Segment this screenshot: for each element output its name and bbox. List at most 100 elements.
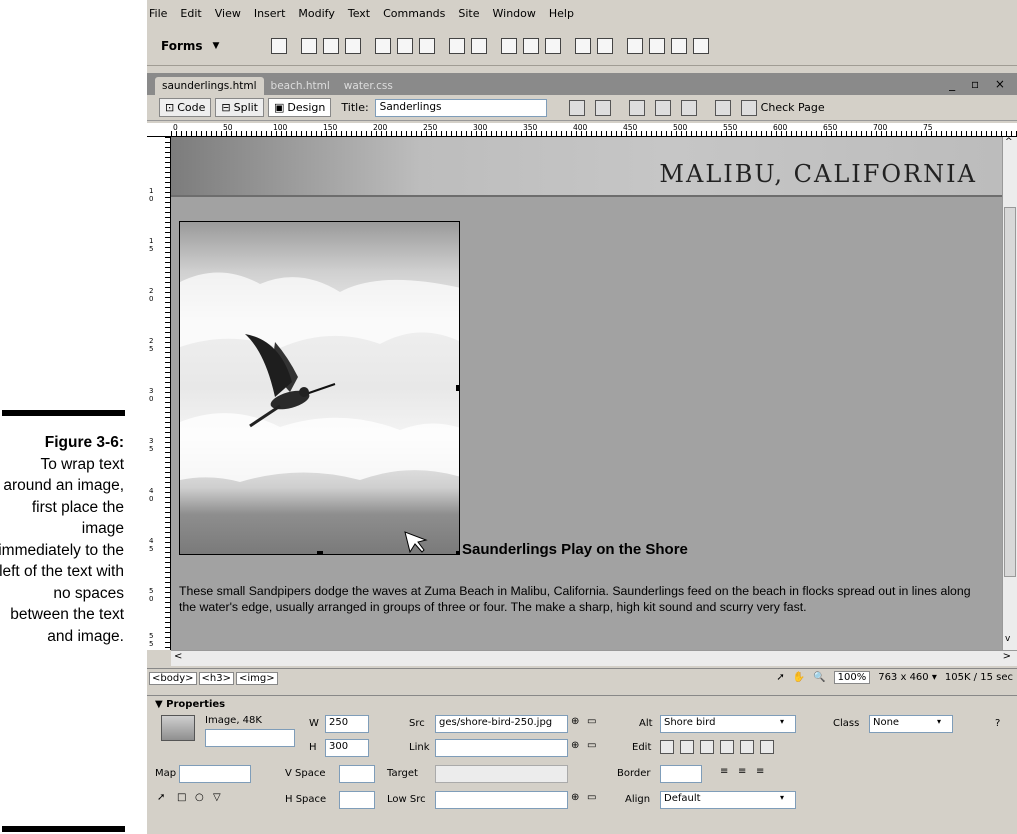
title-input[interactable]: Sanderlings [374, 98, 547, 117]
align-center-icon[interactable]: ≡ [738, 766, 746, 777]
pointer-hotspot-icon[interactable]: ➚ [157, 792, 165, 803]
split-view-button[interactable]: ⊟ Split [215, 98, 264, 117]
fieldset-icon[interactable] [597, 37, 613, 54]
menu-edit[interactable]: Edit [180, 7, 201, 20]
radio-group-icon[interactable] [419, 37, 435, 54]
polygon-hotspot-icon[interactable]: ▽ [213, 792, 221, 803]
help-icon[interactable]: ? [995, 718, 1000, 729]
design-canvas[interactable]: MALIBU, CALIFORNIA Saunderlings Play on … [171, 137, 1002, 650]
point-to-file-icon[interactable]: ⊕ [571, 716, 579, 727]
form-icon[interactable] [271, 37, 287, 54]
menu-file[interactable]: File [149, 7, 167, 20]
optimize-icon[interactable] [680, 740, 694, 754]
spry-text-icon[interactable] [627, 37, 643, 54]
list-menu-icon[interactable] [449, 37, 465, 54]
resample-icon[interactable] [720, 740, 734, 754]
oval-hotspot-icon[interactable]: ○ [195, 792, 204, 803]
window-controls[interactable]: _ ▫ × [949, 77, 1011, 91]
preview-browser-icon[interactable] [594, 99, 611, 116]
page-heading[interactable]: Saunderlings Play on the Shore [462, 541, 688, 558]
tab-saunderlings[interactable]: saunderlings.html [155, 77, 264, 95]
target-select[interactable] [435, 765, 568, 783]
file-management-icon[interactable] [568, 99, 585, 116]
tag-h3[interactable]: <h3> [198, 672, 234, 685]
menu-commands[interactable]: Commands [383, 7, 445, 20]
tab-beach[interactable]: beach.html [264, 77, 337, 95]
insert-category-select[interactable]: Forms ▼ [161, 39, 271, 53]
tag-img[interactable]: <img> [235, 672, 278, 685]
validate-icon[interactable] [714, 99, 731, 116]
scroll-right-icon[interactable]: > [1003, 651, 1017, 666]
align-select[interactable]: Default [660, 791, 796, 809]
jump-menu-icon[interactable] [471, 37, 487, 54]
horizontal-scrollbar[interactable]: < > [171, 650, 1017, 666]
scroll-thumb[interactable] [1004, 207, 1016, 577]
folder-icon[interactable]: ▭ [587, 716, 596, 727]
spry-textarea-icon[interactable] [693, 37, 709, 54]
design-view-button[interactable]: ▣ Design [268, 98, 332, 117]
label-icon[interactable] [575, 37, 591, 54]
page-paragraph[interactable]: These small Sandpipers dodge the waves a… [179, 584, 989, 615]
view-options-icon[interactable] [654, 99, 671, 116]
menu-text[interactable]: Text [348, 7, 370, 20]
check-page-icon[interactable] [740, 99, 757, 116]
map-field[interactable] [179, 765, 251, 783]
align-right-icon[interactable]: ≡ [756, 766, 764, 777]
textarea-icon[interactable] [345, 37, 361, 54]
resize-handle-corner[interactable] [456, 551, 459, 554]
image-name-field[interactable] [205, 729, 295, 747]
scroll-down-icon[interactable]: v [1005, 634, 1015, 648]
link-point-icon[interactable]: ⊕ [571, 740, 579, 751]
link-field[interactable] [435, 739, 568, 757]
class-chevron-icon[interactable]: ▾ [937, 717, 941, 726]
resize-handle-bottom[interactable] [317, 551, 323, 554]
resize-handle-right[interactable] [456, 385, 459, 391]
link-folder-icon[interactable]: ▭ [587, 740, 596, 751]
alt-field[interactable]: Shore bird [660, 715, 796, 733]
lowsrc-point-icon[interactable]: ⊕ [571, 792, 579, 803]
hand-tool-icon[interactable]: ✋ [793, 672, 805, 683]
zoom-select[interactable]: 100% [833, 671, 871, 684]
vertical-scrollbar[interactable]: ^ v [1002, 137, 1017, 650]
lowsrc-field[interactable] [435, 791, 568, 809]
lowsrc-folder-icon[interactable]: ▭ [587, 792, 596, 803]
zoom-tool-icon[interactable]: 🔍 [813, 672, 825, 683]
shore-bird-image[interactable] [179, 221, 460, 555]
scroll-up-icon[interactable]: ^ [1005, 137, 1015, 151]
edit-photoshop-icon[interactable] [660, 740, 674, 754]
radio-button-icon[interactable] [397, 37, 413, 54]
border-field[interactable] [660, 765, 702, 783]
hidden-field-icon[interactable] [323, 37, 339, 54]
text-field-icon[interactable] [301, 37, 317, 54]
src-field[interactable]: ges/shore-bird-250.jpg [435, 715, 568, 733]
height-field[interactable]: 300 [325, 739, 369, 757]
refresh-icon[interactable] [628, 99, 645, 116]
spry-checkbox-icon[interactable] [671, 37, 687, 54]
code-view-button[interactable]: ⊡ Code [159, 98, 212, 117]
crop-icon[interactable] [700, 740, 714, 754]
brightness-icon[interactable] [740, 740, 754, 754]
tag-body[interactable]: <body> [149, 672, 197, 685]
menu-modify[interactable]: Modify [298, 7, 334, 20]
spry-select-icon[interactable] [649, 37, 665, 54]
visual-aids-icon[interactable] [680, 99, 697, 116]
menu-site[interactable]: Site [458, 7, 479, 20]
image-field-icon[interactable] [501, 37, 517, 54]
checkbox-icon[interactable] [375, 37, 391, 54]
button-icon[interactable] [545, 37, 561, 54]
window-size[interactable]: 763 x 460 ▾ [878, 672, 937, 683]
tab-water-css[interactable]: water.css [337, 77, 400, 95]
alt-chevron-icon[interactable]: ▾ [780, 717, 784, 726]
align-chevron-icon[interactable]: ▾ [780, 793, 784, 802]
width-field[interactable]: 250 [325, 715, 369, 733]
scroll-left-icon[interactable]: < [171, 651, 182, 666]
sharpen-icon[interactable] [760, 740, 774, 754]
rect-hotspot-icon[interactable]: □ [177, 792, 186, 803]
vspace-field[interactable] [339, 765, 375, 783]
menu-window[interactable]: Window [493, 7, 536, 20]
select-tool-icon[interactable]: ➚ [776, 672, 784, 683]
file-field-icon[interactable] [523, 37, 539, 54]
hspace-field[interactable] [339, 791, 375, 809]
menu-insert[interactable]: Insert [254, 7, 286, 20]
check-page-button[interactable]: Check Page [761, 101, 825, 114]
